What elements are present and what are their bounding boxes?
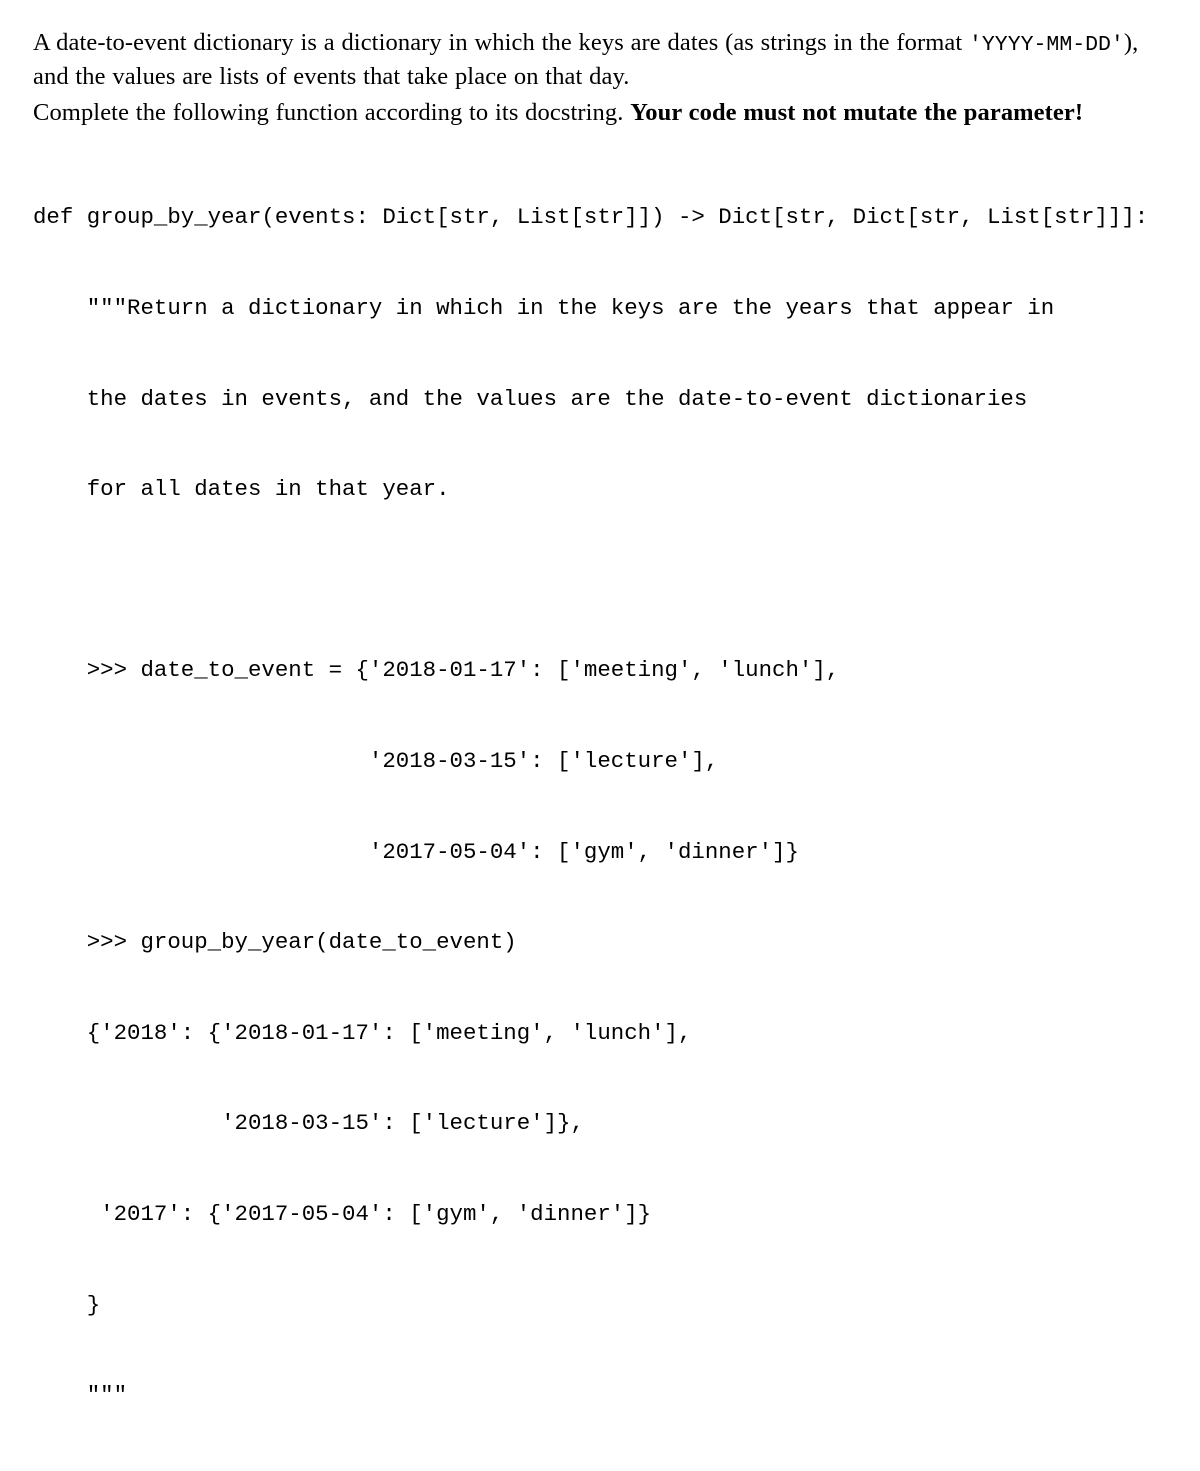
document-page: A date-to-event dictionary is a dictiona…	[0, 0, 1200, 1409]
code-line-docstring-open: """Return a dictionary in which in the k…	[33, 295, 1055, 322]
code-line-doctest-input-1: >>> date_to_event = {'2018-01-17': ['mee…	[33, 657, 840, 684]
code-line-doctest-output-1: {'2018': {'2018-01-17': ['meeting', 'lun…	[33, 1019, 692, 1046]
code-line-doctest-call: >>> group_by_year(date_to_event)	[33, 929, 517, 956]
code-line-doctest-input-2: '2018-03-15': ['lecture'],	[33, 748, 719, 775]
code-line-doctest-output-3: '2017': {'2017-05-04': ['gym', 'dinner']…	[33, 1201, 652, 1228]
python-code-block: def group_by_year(events: Dict[str, List…	[33, 142, 1148, 1471]
code-line-docstring-body-1: the dates in events, and the values are …	[33, 385, 1028, 412]
code-line-docstring-body-2: for all dates in that year.	[33, 476, 450, 503]
mutation-warning: Your code must not mutate the parameter!	[630, 98, 1084, 126]
instruction-text: Complete the following function accordin…	[33, 98, 631, 126]
intro-text-part1: A date-to-event dictionary is a dictiona…	[33, 28, 969, 56]
code-line-blank-1	[33, 565, 1148, 595]
code-line-docstring-close: """	[33, 1382, 128, 1409]
date-format-code: 'YYYY-MM-DD'	[969, 32, 1124, 57]
code-line-doctest-output-2: '2018-03-15': ['lecture']},	[33, 1110, 584, 1137]
code-line-signature: def group_by_year(events: Dict[str, List…	[33, 204, 1149, 231]
code-line-doctest-output-4: }	[33, 1291, 101, 1318]
instruction-paragraph: Complete the following function accordin…	[33, 97, 1173, 128]
intro-paragraph: A date-to-event dictionary is a dictiona…	[33, 27, 1173, 92]
code-line-doctest-input-3: '2017-05-04': ['gym', 'dinner']}	[33, 838, 799, 865]
